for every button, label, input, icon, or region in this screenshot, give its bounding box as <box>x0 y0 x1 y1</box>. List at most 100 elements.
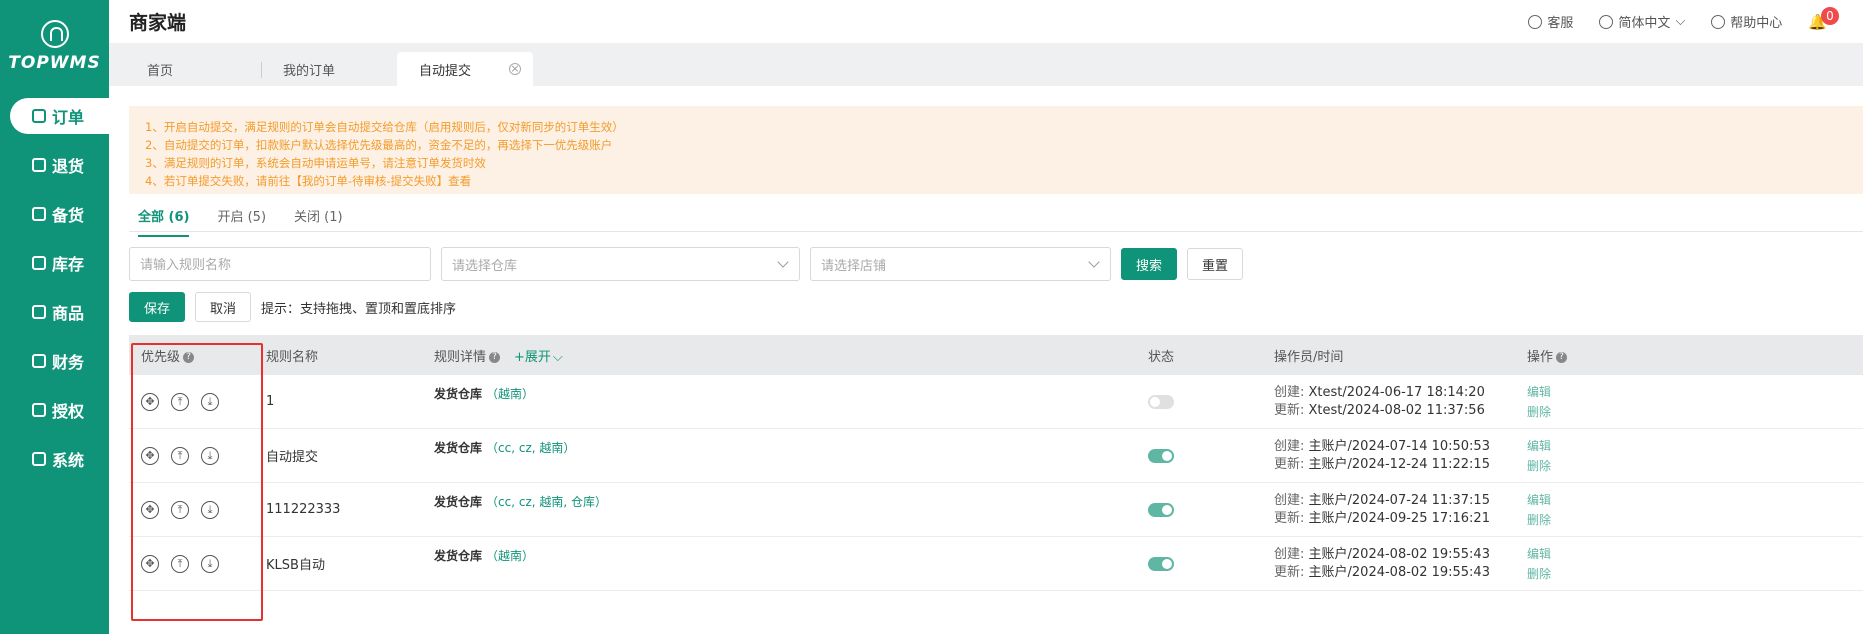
page-tab-1[interactable]: 我的订单 <box>261 52 397 86</box>
language-label: 简体中文 <box>1618 16 1671 31</box>
search-button[interactable]: 搜索 <box>1121 248 1178 280</box>
table-row[interactable]: ✥ ⤒ ⤓ 1 发货仓库 （越南） 创建: Xtest/2024-06-17 18:14:2… <box>129 375 1863 429</box>
globe-icon <box>1599 14 1614 29</box>
chevron-down-icon[interactable]: ⌵ <box>553 350 563 365</box>
status-toggle[interactable] <box>1148 556 1174 571</box>
sidebar-item-0[interactable]: 订单 <box>10 98 109 134</box>
expand-toggle[interactable]: +展开 <box>514 350 551 365</box>
sidebar-item-label: 备货 <box>52 206 85 225</box>
rule-name-input[interactable] <box>129 247 431 281</box>
status-tab-1[interactable]: 开启 (5) <box>217 206 266 237</box>
page-tab-2[interactable]: 自动提交 × <box>397 52 533 86</box>
operation-cell: 编辑 删除 <box>1527 490 1863 530</box>
reset-button[interactable]: 重置 <box>1187 248 1244 280</box>
delete-link[interactable]: 删除 <box>1527 510 1863 530</box>
chevron-down-icon <box>777 256 789 268</box>
page-tab-label: 自动提交 <box>419 63 472 79</box>
table-row[interactable]: ✥ ⤒ ⤓ KLSB自动 发货仓库 （越南） 创建: 主账户/2024-08-02 19:5… <box>129 537 1863 591</box>
customer-service-label: 客服 <box>1547 16 1574 31</box>
notification-badge: 0 <box>1821 6 1839 25</box>
operator-time-cell: 创建: Xtest/2024-06-17 18:14:20 更新: Xtest/2… <box>1274 384 1527 420</box>
notice-line: 2、自动提交的订单，扣款账户默认选择优先级最高的，资金不足的，再选择下一优先级账… <box>145 138 613 152</box>
logo: TOPWMS <box>0 0 109 86</box>
header-rule-name: 规则名称 <box>266 349 319 365</box>
detail-label: 发货仓库 <box>434 387 483 401</box>
move-to-bottom-icon[interactable]: ⤓ <box>201 446 219 465</box>
question-icon[interactable]: ? <box>489 351 501 363</box>
question-icon[interactable]: ? <box>183 351 195 363</box>
notification-button[interactable]: 🔔 0 <box>1808 6 1839 31</box>
sidebar-item-5[interactable]: 财务 <box>10 343 109 379</box>
customer-service-link[interactable]: 客服 <box>1528 12 1573 31</box>
sidebar-item-7[interactable]: 系统 <box>10 441 109 477</box>
status-cell <box>1148 394 1274 409</box>
goods-icon <box>32 305 46 319</box>
operator-time-cell: 创建: 主账户/2024-08-02 19:55:43 更新: 主账户/2024-… <box>1274 546 1527 582</box>
warehouse-select-placeholder: 请选择仓库 <box>452 258 518 274</box>
edit-link[interactable]: 编辑 <box>1527 436 1863 456</box>
shop-select[interactable]: 请选择店铺 <box>810 247 1111 281</box>
move-to-bottom-icon[interactable]: ⤓ <box>201 554 219 573</box>
status-tab-0[interactable]: 全部 (6) <box>138 206 190 237</box>
operation-cell: 编辑 删除 <box>1527 436 1863 476</box>
status-toggle[interactable] <box>1148 448 1174 463</box>
drag-move-icon[interactable]: ✥ <box>141 500 159 519</box>
delete-link[interactable]: 删除 <box>1527 402 1863 422</box>
table-row[interactable]: ✥ ⤒ ⤓ 111222333 发货仓库 （cc, cz, 越南, 仓库） 创建: 主账户/… <box>129 483 1863 537</box>
sidebar-item-1[interactable]: 退货 <box>10 147 109 183</box>
sidebar-item-2[interactable]: 备货 <box>10 196 109 232</box>
detail-label: 发货仓库 <box>434 441 483 455</box>
header-priority: 优先级? <box>129 346 266 365</box>
edit-link[interactable]: 编辑 <box>1527 490 1863 510</box>
priority-cell: ✥ ⤒ ⤓ <box>129 392 266 411</box>
sidebar-item-3[interactable]: 库存 <box>10 245 109 281</box>
notice-line: 1、开启自动提交，满足规则的订单会自动提交给仓库（启用规则后，仅对新同步的订单生… <box>145 120 624 134</box>
move-to-bottom-icon[interactable]: ⤓ <box>201 500 219 519</box>
divider <box>129 231 1863 232</box>
move-to-top-icon[interactable]: ⤒ <box>171 554 189 573</box>
sidebar: TOPWMS 订单退货备货库存商品财务授权系统 <box>0 0 109 634</box>
drag-move-icon[interactable]: ✥ <box>141 392 159 411</box>
stock-icon <box>32 207 46 221</box>
edit-link[interactable]: 编辑 <box>1527 382 1863 402</box>
drag-move-icon[interactable]: ✥ <box>141 554 159 573</box>
warehouse-select[interactable]: 请选择仓库 <box>441 247 800 281</box>
rule-detail-cell: 发货仓库 （越南） <box>434 537 1148 564</box>
page-tab-0[interactable]: 首页 <box>125 52 261 86</box>
question-icon[interactable]: ? <box>1556 351 1568 363</box>
status-toggle[interactable] <box>1148 502 1174 517</box>
save-button[interactable]: 保存 <box>129 292 186 322</box>
main-content: 1、开启自动提交，满足规则的订单会自动提交给仓库（启用规则后，仅对新同步的订单生… <box>109 86 1863 634</box>
status-tabs: 全部 (6) 开启 (5) 关闭 (1) <box>138 206 343 237</box>
header-operation-label: 操作 <box>1527 349 1554 365</box>
table-row[interactable]: ✥ ⤒ ⤓ 自动提交 发货仓库 （cc, cz, 越南） 创建: 主账户/2024-07-1… <box>129 429 1863 483</box>
table-body: ✥ ⤒ ⤓ 1 发货仓库 （越南） 创建: Xtest/2024-06-17 18:14:2… <box>129 375 1863 591</box>
logo-icon <box>40 19 69 48</box>
edit-link[interactable]: 编辑 <box>1527 544 1863 564</box>
cancel-button[interactable]: 取消 <box>195 292 252 322</box>
filter-bar: 请选择仓库 请选择店铺 搜索 重置 <box>129 247 1244 281</box>
move-to-bottom-icon[interactable]: ⤓ <box>201 392 219 411</box>
sidebar-item-6[interactable]: 授权 <box>10 392 109 428</box>
header-operator-time: 操作员/时间 <box>1274 349 1344 365</box>
delete-link[interactable]: 删除 <box>1527 456 1863 476</box>
move-to-top-icon[interactable]: ⤒ <box>171 392 189 411</box>
priority-cell: ✥ ⤒ ⤓ <box>129 446 266 465</box>
updated-label: 更新: <box>1274 456 1305 472</box>
rule-name-cell: 1 <box>266 394 275 409</box>
rule-name-cell: 111222333 <box>266 502 341 517</box>
headset-icon <box>1528 14 1543 29</box>
help-center-link[interactable]: 帮助中心 <box>1711 12 1782 31</box>
delete-link[interactable]: 删除 <box>1527 564 1863 584</box>
sidebar-item-label: 系统 <box>52 451 85 470</box>
sidebar-item-4[interactable]: 商品 <box>10 294 109 330</box>
header-operation: 操作? <box>1527 346 1863 365</box>
drag-move-icon[interactable]: ✥ <box>141 446 159 465</box>
language-select[interactable]: 简体中文 ⌵ <box>1599 12 1685 31</box>
move-to-top-icon[interactable]: ⤒ <box>171 500 189 519</box>
sidebar-item-label: 授权 <box>52 402 85 421</box>
status-toggle[interactable] <box>1148 394 1174 409</box>
status-tab-2[interactable]: 关闭 (1) <box>294 206 343 237</box>
close-icon[interactable]: × <box>509 63 521 75</box>
move-to-top-icon[interactable]: ⤒ <box>171 446 189 465</box>
